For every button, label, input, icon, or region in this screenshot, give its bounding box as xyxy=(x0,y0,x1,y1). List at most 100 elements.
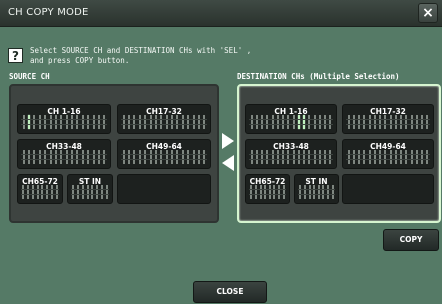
channel-strip xyxy=(176,115,179,129)
instruction-line-2: and press COPY button. xyxy=(30,56,130,65)
source-bank-ch1-16[interactable]: CH 1-16 xyxy=(17,104,111,134)
strip-divider xyxy=(298,189,335,190)
channel-strip xyxy=(181,150,184,164)
source-bank-ch49-64[interactable]: CH49-64 xyxy=(117,139,211,169)
channel-strip xyxy=(384,115,387,129)
channel-strip xyxy=(329,150,332,164)
destination-bank-ch65-72[interactable]: CH65-72 xyxy=(245,174,290,204)
channel-strip xyxy=(41,185,44,199)
destination-bank-ch17-32[interactable]: CH17-32 xyxy=(342,104,434,134)
close-button[interactable]: CLOSE xyxy=(193,281,267,303)
source-bank-st-in[interactable]: ST IN xyxy=(67,174,113,204)
strip-divider xyxy=(346,119,430,120)
channel-strip xyxy=(77,185,80,199)
channel-strip xyxy=(133,150,136,164)
strip-divider xyxy=(249,189,286,190)
channel-strip xyxy=(322,185,325,199)
strip-divider xyxy=(71,194,109,195)
channel-strip xyxy=(313,150,316,164)
instruction-line-1: Select SOURCE CH and DESTINATION CHs wit… xyxy=(30,46,252,55)
channel-strip xyxy=(303,115,306,129)
channel-strip xyxy=(324,115,327,129)
strip-divider xyxy=(346,154,430,155)
close-icon[interactable]: × xyxy=(418,3,438,23)
channel-strips xyxy=(71,185,109,199)
destination-bank-ch1-16[interactable]: CH 1-16 xyxy=(245,104,337,134)
channel-strip xyxy=(317,185,320,199)
channel-strip xyxy=(65,150,68,164)
channel-strip xyxy=(96,185,99,199)
channel-strip xyxy=(292,115,295,129)
channel-strip xyxy=(421,115,424,129)
channel-strip xyxy=(271,150,274,164)
channel-strip xyxy=(276,150,279,164)
channel-strip xyxy=(71,115,74,129)
channel-strip xyxy=(187,115,190,129)
channel-strip xyxy=(154,115,157,129)
channel-strip xyxy=(368,150,371,164)
source-bank-ch65-72[interactable]: CH65-72 xyxy=(17,174,63,204)
strip-divider xyxy=(346,124,430,125)
channel-strip xyxy=(273,185,276,199)
source-bank-ch17-32[interactable]: CH17-32 xyxy=(117,104,211,134)
channel-strip xyxy=(133,115,136,129)
help-icon[interactable]: ? xyxy=(8,48,23,63)
arrow-right-icon xyxy=(222,133,234,149)
channel-strip xyxy=(261,150,264,164)
channel-strips xyxy=(21,185,59,199)
channel-strip xyxy=(71,150,74,164)
channel-strip xyxy=(160,115,163,129)
channel-strip xyxy=(254,185,257,199)
channel-strip xyxy=(138,150,141,164)
destination-panel: CH 1-16 CH17-32 CH33-48 CH49-64 CH65-72 … xyxy=(237,84,441,223)
destination-bank-st-in[interactable]: ST IN xyxy=(294,174,339,204)
channel-strip xyxy=(297,115,300,129)
channel-strip xyxy=(384,150,387,164)
source-bank-ch33-48[interactable]: CH33-48 xyxy=(17,139,111,169)
channel-strip xyxy=(154,150,157,164)
channel-strip xyxy=(100,185,103,199)
channel-strip xyxy=(44,115,47,129)
channel-strip xyxy=(405,115,408,129)
channel-strip xyxy=(308,150,311,164)
channel-strip xyxy=(415,150,418,164)
channel-strip xyxy=(28,115,31,129)
channel-strip xyxy=(368,115,371,129)
channel-strip xyxy=(49,115,52,129)
channel-strip xyxy=(22,185,25,199)
channel-strip xyxy=(358,115,361,129)
channel-strips xyxy=(21,115,107,129)
channel-strip xyxy=(165,115,168,129)
channel-strips xyxy=(346,150,430,164)
channel-strip xyxy=(65,115,68,129)
channel-strip xyxy=(97,150,100,164)
destination-bank-ch33-48[interactable]: CH33-48 xyxy=(245,139,337,169)
channel-strip xyxy=(187,150,190,164)
channel-strip xyxy=(22,115,25,129)
channel-strip xyxy=(181,115,184,129)
channel-strip xyxy=(292,150,295,164)
destination-bank-ch49-64[interactable]: CH49-64 xyxy=(342,139,434,169)
channel-strip xyxy=(122,150,125,164)
channel-strip xyxy=(394,150,397,164)
channel-strip xyxy=(76,115,79,129)
channel-strip xyxy=(318,150,321,164)
channel-strip xyxy=(352,115,355,129)
strip-divider xyxy=(121,154,207,155)
strip-divider xyxy=(21,119,107,120)
channel-strip xyxy=(379,150,382,164)
source-panel: CH 1-16 CH17-32 CH33-48 CH49-64 CH65-72 … xyxy=(9,84,219,223)
channel-strip xyxy=(38,150,41,164)
copy-button[interactable]: COPY xyxy=(383,229,439,251)
channel-strip xyxy=(203,150,206,164)
strip-divider xyxy=(21,154,107,155)
channel-strip xyxy=(421,150,424,164)
channel-strips xyxy=(121,150,207,164)
channel-strip xyxy=(287,115,290,129)
strip-divider xyxy=(249,159,333,160)
strip-divider xyxy=(21,189,59,190)
channel-strip xyxy=(250,150,253,164)
strip-divider xyxy=(249,154,333,155)
channel-strip xyxy=(81,150,84,164)
channel-strip xyxy=(105,185,108,199)
